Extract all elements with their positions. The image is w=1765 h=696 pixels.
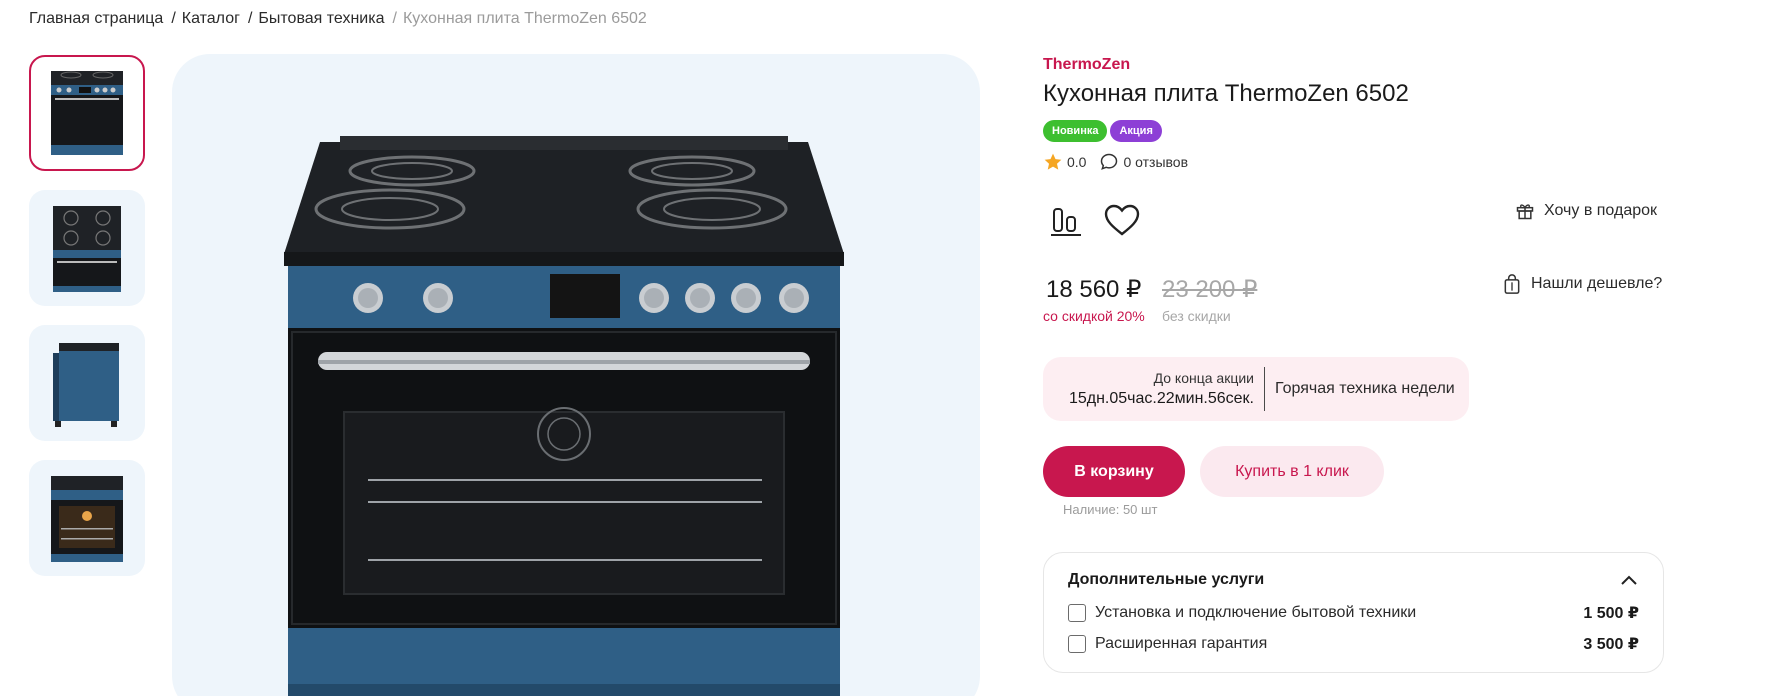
service-warranty-price: 3 500 ₽ bbox=[1583, 636, 1639, 653]
compare-icon bbox=[1051, 208, 1081, 236]
rating-block: 0.0 0 отзывов bbox=[1043, 152, 1188, 172]
main-product-image[interactable] bbox=[172, 54, 980, 696]
promo-countdown: До конца акции 15дн.05час.22мин.56сек. bbox=[1043, 370, 1264, 408]
service-warranty-label: Расширенная гарантия bbox=[1095, 635, 1268, 652]
breadcrumb-separator: / bbox=[171, 10, 176, 27]
buy-one-click-button[interactable]: Купить в 1 клик bbox=[1200, 446, 1384, 497]
product-actions bbox=[1046, 200, 1142, 240]
thumbnail-open-oven[interactable] bbox=[29, 460, 145, 576]
add-to-cart-button[interactable]: В корзину bbox=[1043, 446, 1185, 497]
stove-top-thumbnail-image bbox=[53, 206, 121, 292]
service-item-installation: Установка и подключение бытовой техники … bbox=[1068, 603, 1639, 623]
thumbnail-list bbox=[29, 55, 147, 595]
stock-availability: Наличие: 50 шт bbox=[1063, 502, 1158, 517]
breadcrumb-home[interactable]: Главная страница bbox=[29, 10, 163, 28]
promo-name[interactable]: Горячая техника недели bbox=[1265, 380, 1455, 398]
product-title: Кухонная плита ThermoZen 6502 bbox=[1043, 80, 1409, 107]
stove-front-thumbnail-image bbox=[51, 71, 123, 155]
gift-icon bbox=[1516, 204, 1534, 220]
stove-open-oven-thumbnail-image bbox=[51, 476, 123, 562]
service-installation-label: Установка и подключение бытовой техники bbox=[1095, 604, 1417, 621]
gift-wish-button[interactable]: Хочу в подарок bbox=[1515, 201, 1657, 221]
thumbnail-side[interactable] bbox=[29, 325, 145, 441]
breadcrumb: Главная страница / Каталог / Бытовая тех… bbox=[29, 10, 647, 28]
found-cheaper-label: Нашли дешевле? bbox=[1531, 275, 1663, 292]
breadcrumb-current: Кухонная плита ThermoZen 6502 bbox=[402, 10, 647, 27]
discount-note: со скидкой 20% bbox=[1043, 308, 1145, 324]
thumbnail-top[interactable] bbox=[29, 190, 145, 306]
service-installation-checkbox[interactable] bbox=[1068, 604, 1086, 622]
service-installation-price: 1 500 ₽ bbox=[1583, 605, 1639, 622]
reviews-link[interactable]: 0 отзывов bbox=[1099, 152, 1188, 172]
chevron-up-icon[interactable] bbox=[1619, 573, 1639, 587]
star-icon bbox=[1044, 153, 1062, 170]
brand-link[interactable]: ThermoZen bbox=[1043, 56, 1130, 74]
rating-value: 0.0 bbox=[1067, 154, 1087, 170]
badge-new: Новинка bbox=[1043, 120, 1108, 142]
current-price: 18 560 ₽ bbox=[1046, 276, 1142, 303]
promo-countdown-label: До конца акции bbox=[1153, 370, 1254, 386]
reviews-count: 0 отзывов bbox=[1123, 154, 1189, 170]
comment-icon bbox=[1101, 153, 1118, 170]
thumbnail-front[interactable] bbox=[29, 55, 145, 171]
gift-label: Хочу в подарок bbox=[1544, 202, 1658, 219]
service-warranty-checkbox[interactable] bbox=[1068, 635, 1086, 653]
no-discount-note: без скидки bbox=[1162, 308, 1231, 324]
services-title: Дополнительные услуги bbox=[1068, 571, 1265, 588]
breadcrumb-appliances[interactable]: Бытовая техника bbox=[258, 10, 384, 28]
found-cheaper-button[interactable]: Нашли дешевле? bbox=[1502, 273, 1662, 295]
promo-timer-banner: До конца акции 15дн.05час.22мин.56сек. Г… bbox=[1043, 357, 1469, 421]
badge-list: Новинка Акция bbox=[1043, 120, 1162, 142]
favorite-button[interactable] bbox=[1102, 200, 1142, 240]
breadcrumb-catalog[interactable]: Каталог bbox=[182, 10, 240, 28]
services-header[interactable]: Дополнительные услуги bbox=[1068, 571, 1639, 589]
stove-illustration bbox=[284, 136, 844, 696]
promo-countdown-timer: 15дн.05час.22мин.56сек. bbox=[1068, 390, 1254, 407]
badge-sale: Акция bbox=[1110, 120, 1162, 142]
shopping-bag-icon bbox=[1504, 274, 1520, 294]
additional-services-panel: Дополнительные услуги Установка и подклю… bbox=[1043, 552, 1664, 673]
breadcrumb-separator: / bbox=[392, 10, 397, 27]
stove-side-thumbnail-image bbox=[53, 343, 119, 427]
compare-button[interactable] bbox=[1046, 200, 1086, 240]
heart-icon bbox=[1104, 204, 1140, 236]
breadcrumb-separator: / bbox=[247, 10, 253, 27]
old-price: 23 200 ₽ bbox=[1162, 276, 1258, 303]
service-item-warranty: Расширенная гарантия 3 500 ₽ bbox=[1068, 634, 1639, 654]
